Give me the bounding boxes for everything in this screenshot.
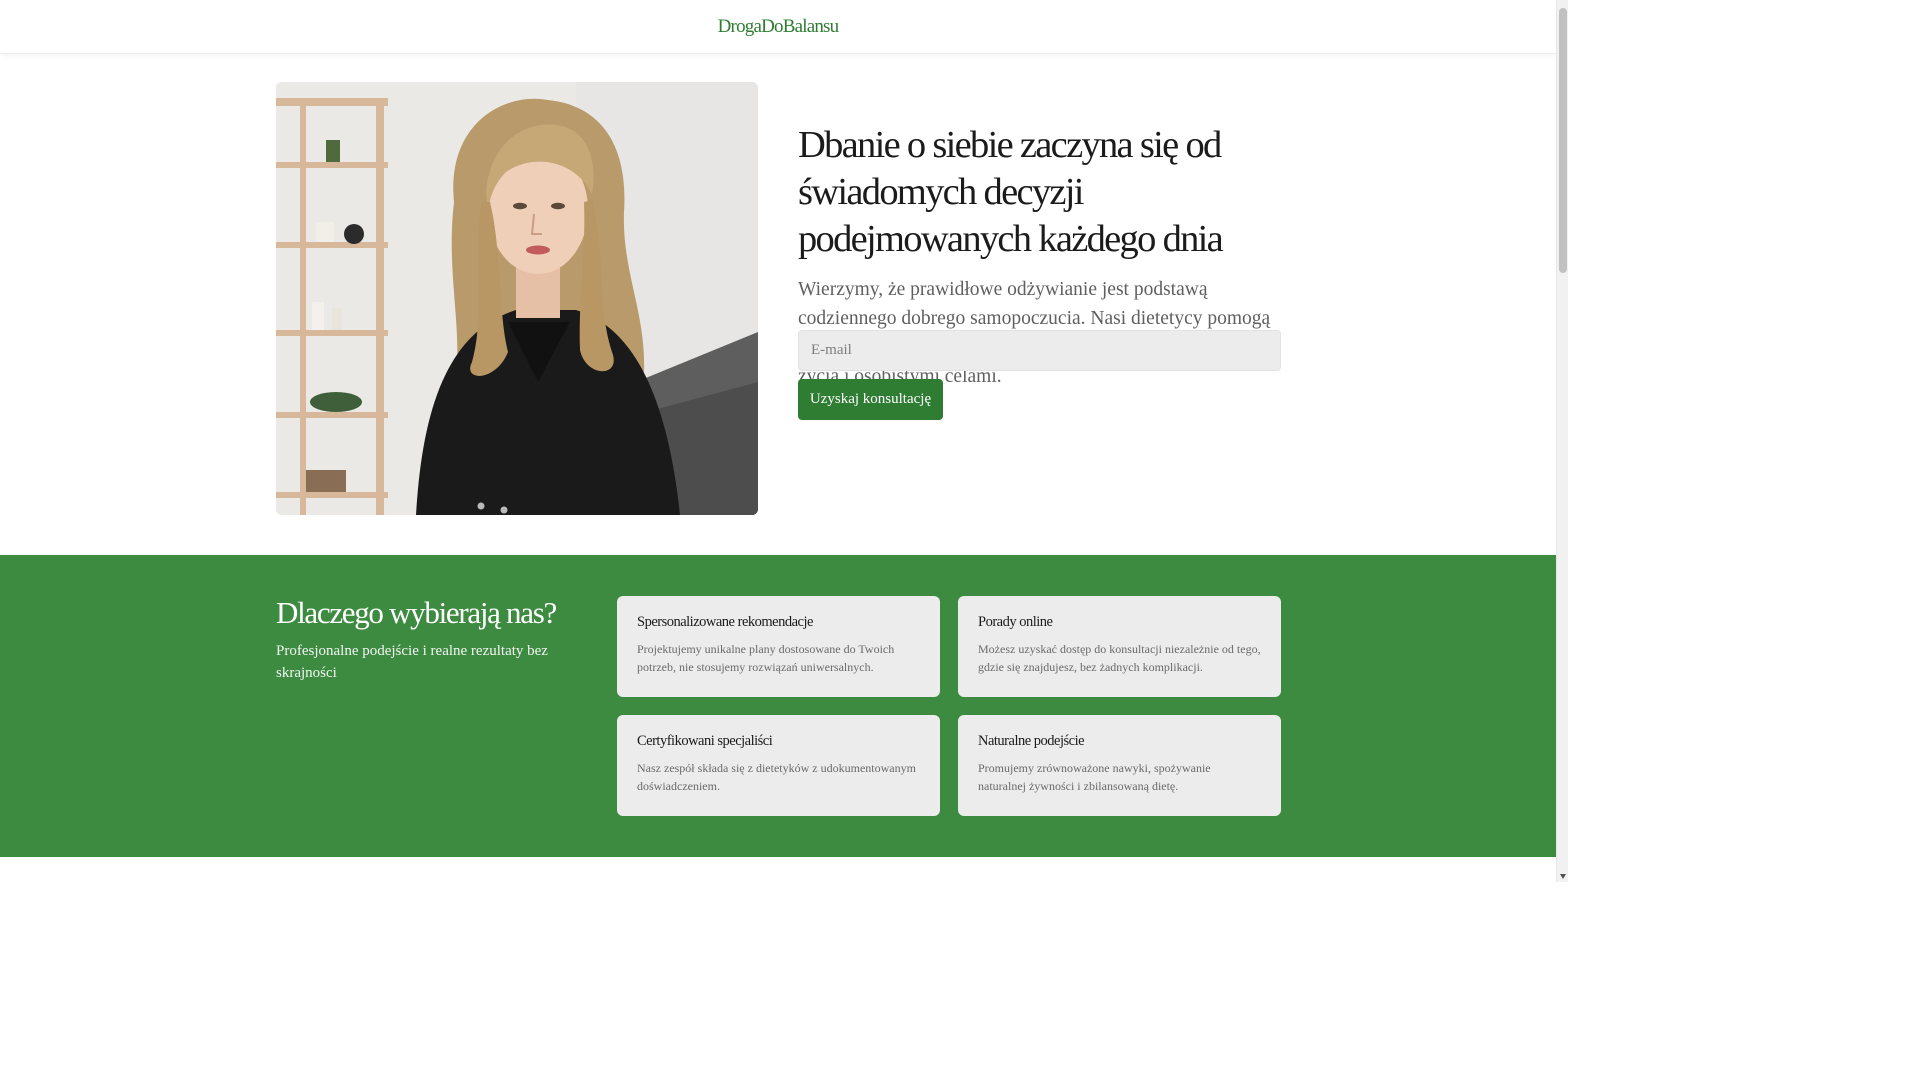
feature-card-title: Naturalne podejście xyxy=(978,733,1085,749)
page: DrogaDoBalansu Dbanie o siebie zaczyna s… xyxy=(0,0,1556,882)
feature-card-title: Spersonalizowane rekomendacje xyxy=(637,614,813,630)
hero-title: Dbanie o siebie zaczyna się od świadomyc… xyxy=(798,124,1224,260)
email-input[interactable] xyxy=(798,330,1281,371)
feature-card-title: Certyfikowani specjaliści xyxy=(637,733,773,749)
feature-card-title: Porady online xyxy=(978,614,1053,630)
hero-section: Dbanie o siebie zaczyna się od świadomyc… xyxy=(0,54,1556,555)
feature-card: Spersonalizowane rekomendacje Projektuje… xyxy=(617,596,940,697)
vertical-scrollbar[interactable] xyxy=(1556,0,1568,882)
why-us-title: Dlaczego wybierają nas? xyxy=(276,595,557,630)
site-logo[interactable]: DrogaDoBalansu xyxy=(718,16,840,38)
why-us-subtitle: Profesjonalne podejście i realne rezulta… xyxy=(276,643,548,681)
hero-photo xyxy=(276,82,758,515)
feature-card-description: Nasz zespół składa się z dietetyków z ud… xyxy=(637,761,916,793)
feature-card-description: Możesz uzyskać dostęp do konsultacji nie… xyxy=(978,642,1261,674)
feature-card: Certyfikowani specjaliści Nasz zespół sk… xyxy=(617,715,940,816)
scroll-down-arrow-icon[interactable] xyxy=(1560,874,1566,879)
feature-card-description: Projektujemy unikalne plany dostosowane … xyxy=(637,642,895,674)
why-us-section: Dlaczego wybierają nas? Profesjonalne po… xyxy=(0,555,1556,857)
feature-card-description: Promujemy zrównoważone nawyki, spożywani… xyxy=(978,761,1211,793)
feature-card: Porady online Możesz uzyskać dostęp do k… xyxy=(958,596,1281,697)
scrollbar-thumb[interactable] xyxy=(1559,8,1567,273)
feature-card: Naturalne podejście Promujemy zrównoważo… xyxy=(958,715,1281,816)
site-header: DrogaDoBalansu xyxy=(0,0,1556,54)
get-consultation-button[interactable]: Uzyskaj konsultację xyxy=(798,379,943,420)
